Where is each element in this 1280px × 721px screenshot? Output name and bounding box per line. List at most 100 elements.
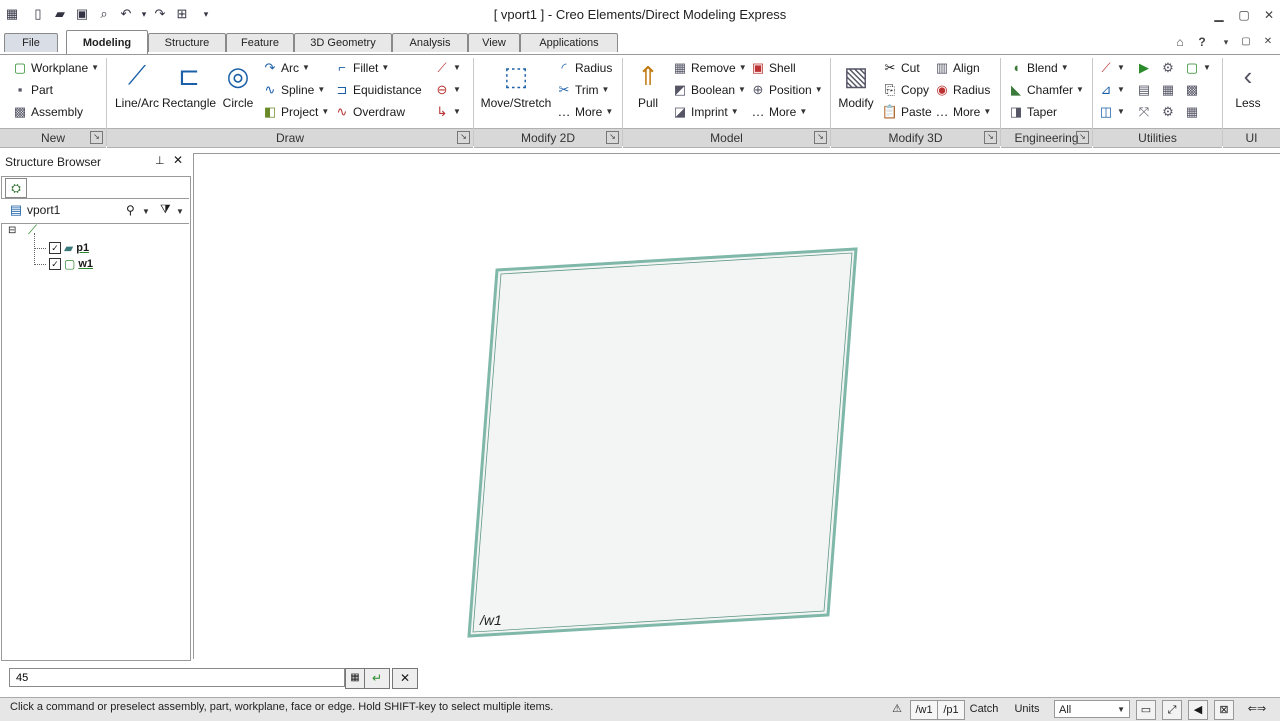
cut-button[interactable]: ✂ Cut [882,58,920,78]
tree-view-tab-icon[interactable]: ⛭ [5,178,27,198]
more-3d-button[interactable]: … More ▼ [934,102,992,122]
group-launcher-icon[interactable]: ↘ [606,131,619,144]
tree-item-p1[interactable]: ✓ ▰ p1 [34,240,89,256]
search-dropdown-icon[interactable]: ▼ [142,207,150,216]
project-button[interactable]: ◧ Project ▼ [262,102,329,122]
maximize-icon[interactable]: ▢ [1234,7,1254,23]
viewport-layout-icon[interactable]: ▭ [1136,700,1156,720]
help-icon[interactable]: ? [1192,34,1212,50]
filter-dropdown-icon[interactable]: ▼ [176,207,184,216]
tab-view[interactable]: View [468,33,520,52]
align-button[interactable]: ▥ Align [934,58,980,78]
tab-analysis[interactable]: Analysis [392,33,468,52]
transform-button[interactable]: ⤧ [1136,102,1152,122]
construction-other-button[interactable]: ↳ ▼ [434,102,461,122]
imprint-button[interactable]: ◪ Imprint ▼ [672,102,739,122]
more-model-button[interactable]: … More ▼ [750,102,808,122]
catch-button[interactable]: Catch [965,700,1003,718]
close-window-icon[interactable]: ✕ [1259,7,1279,23]
remove-button[interactable]: ▦ Remove ▼ [672,58,747,78]
construction-line-button[interactable]: ⟋ ▼ [434,58,460,78]
tab-3d-geometry[interactable]: 3D Geometry [294,33,392,52]
workplane-canvas[interactable] [193,153,1280,658]
play-button[interactable]: ▶ [1136,58,1152,78]
circle-button[interactable]: ◎ Circle [218,60,258,111]
settings-button[interactable]: ⚙ [1160,58,1176,78]
visibility-checkbox[interactable]: ✓ [49,258,61,270]
warning-icon[interactable]: ⚠ [886,700,908,718]
search-icon[interactable]: ⚲ [126,203,135,217]
filter-icon[interactable]: ⧩ [160,202,171,217]
options-button[interactable]: ⚙ [1160,102,1176,122]
tab-structure[interactable]: Structure [148,33,226,52]
calculator-button[interactable]: ▩ [1184,80,1200,100]
workplane-button[interactable]: ▢ Workplane ▼ [12,58,99,78]
equidistance-button[interactable]: ⊐ Equidistance [334,80,422,100]
overdraw-button[interactable]: ∿ Overdraw [334,102,405,122]
trim-button[interactable]: ✂ Trim ▼ [556,80,610,100]
move-stretch-button[interactable]: ⬚ Move/Stretch [478,60,554,111]
doc-close-icon[interactable]: ✕ [1258,34,1278,50]
group-launcher-icon[interactable]: ↘ [90,131,103,144]
fillet-button[interactable]: ⌐ Fillet ▼ [334,58,389,78]
radius-3d-button[interactable]: ◉ Radius [934,80,990,100]
utility-dim-button[interactable]: ⊿ ▼ [1098,80,1125,100]
arc-button[interactable]: ↷ Arc ▼ [262,58,310,78]
blend-button[interactable]: ◖ Blend ▼ [1008,58,1069,78]
tab-feature[interactable]: Feature [226,33,294,52]
table-button[interactable]: ▦ [1160,80,1176,100]
vport-selector[interactable]: ▤ vport1 [8,200,61,220]
zoom-icon[interactable]: ⊠ [1214,700,1234,720]
frame-button[interactable]: ▢ ▼ [1184,58,1211,78]
grid-button[interactable]: ▦ [1184,102,1200,122]
active-workplane-indicator[interactable]: /w1 [910,700,938,720]
copy-button[interactable]: ⎘ Copy [882,80,929,100]
assembly-button[interactable]: ▩ Assembly [12,102,83,122]
home-icon[interactable]: ⌂ [1170,34,1190,50]
radius-2d-button[interactable]: ◜ Radius [556,58,612,78]
collapse-icon[interactable]: ⊟ [8,225,16,236]
construction-circle-button[interactable]: ⊖ ▼ [434,80,461,100]
chamfer-button[interactable]: ◣ Chamfer ▼ [1008,80,1084,100]
tab-applications[interactable]: Applications [520,33,618,52]
boolean-button[interactable]: ◩ Boolean ▼ [672,80,746,100]
utility-box-button[interactable]: ◫ ▼ [1098,102,1125,122]
pin-icon[interactable]: ⊥ [155,154,165,167]
position-button[interactable]: ⊕ Position ▼ [750,80,823,100]
previous-view-icon[interactable]: ◀ [1188,700,1208,720]
cancel-icon[interactable]: ✕ [392,668,418,689]
more-2d-button[interactable]: … More ▼ [556,102,614,122]
selection-filter-select[interactable]: All ▼ [1054,700,1130,718]
less-button[interactable]: ‹ Less [1230,60,1266,111]
rectangle-button[interactable]: ⊏ Rectangle [162,60,216,111]
command-input[interactable] [9,668,345,687]
minimize-icon[interactable]: ▁ [1209,7,1229,23]
history-arrows-icon[interactable]: ⇐⇒ [1240,700,1274,718]
tree-item-w1[interactable]: ✓ ▢ w1 [34,256,93,272]
confirm-icon[interactable]: ↵ [364,668,390,689]
fit-view-icon[interactable]: ⤢ [1162,700,1182,720]
spline-button[interactable]: ∿ Spline ▼ [262,80,326,100]
part-button[interactable]: ▪ Part [12,80,53,100]
close-panel-icon[interactable]: ✕ [173,153,183,167]
visibility-checkbox[interactable]: ✓ [49,242,61,254]
shell-button[interactable]: ▣ Shell [750,58,796,78]
pull-button[interactable]: ⇑ Pull [630,60,666,111]
doc-restore-icon[interactable]: ▢ [1236,34,1256,50]
active-part-indicator[interactable]: /p1 [937,700,965,720]
report-button[interactable]: ▤ [1136,80,1152,100]
group-launcher-icon[interactable]: ↘ [984,131,997,144]
units-button[interactable]: Units [1008,700,1046,718]
tab-file[interactable]: File [4,33,58,52]
tab-modeling[interactable]: Modeling [66,30,148,55]
calculator-input-icon[interactable]: ▦ [345,668,365,689]
line-arc-button[interactable]: ⟋ Line/Arc [112,60,162,110]
utility-line-button[interactable]: ⟋ ▼ [1098,58,1124,78]
taper-button[interactable]: ◨ Taper [1008,102,1057,122]
group-launcher-icon[interactable]: ↘ [457,131,470,144]
modify-3d-button[interactable]: ▧ Modify [834,60,878,111]
paste-button[interactable]: 📋 Paste [882,102,932,122]
group-launcher-icon[interactable]: ↘ [814,131,827,144]
group-launcher-icon[interactable]: ↘ [1076,131,1089,144]
help-dropdown-icon[interactable]: ▾ [1216,34,1236,50]
